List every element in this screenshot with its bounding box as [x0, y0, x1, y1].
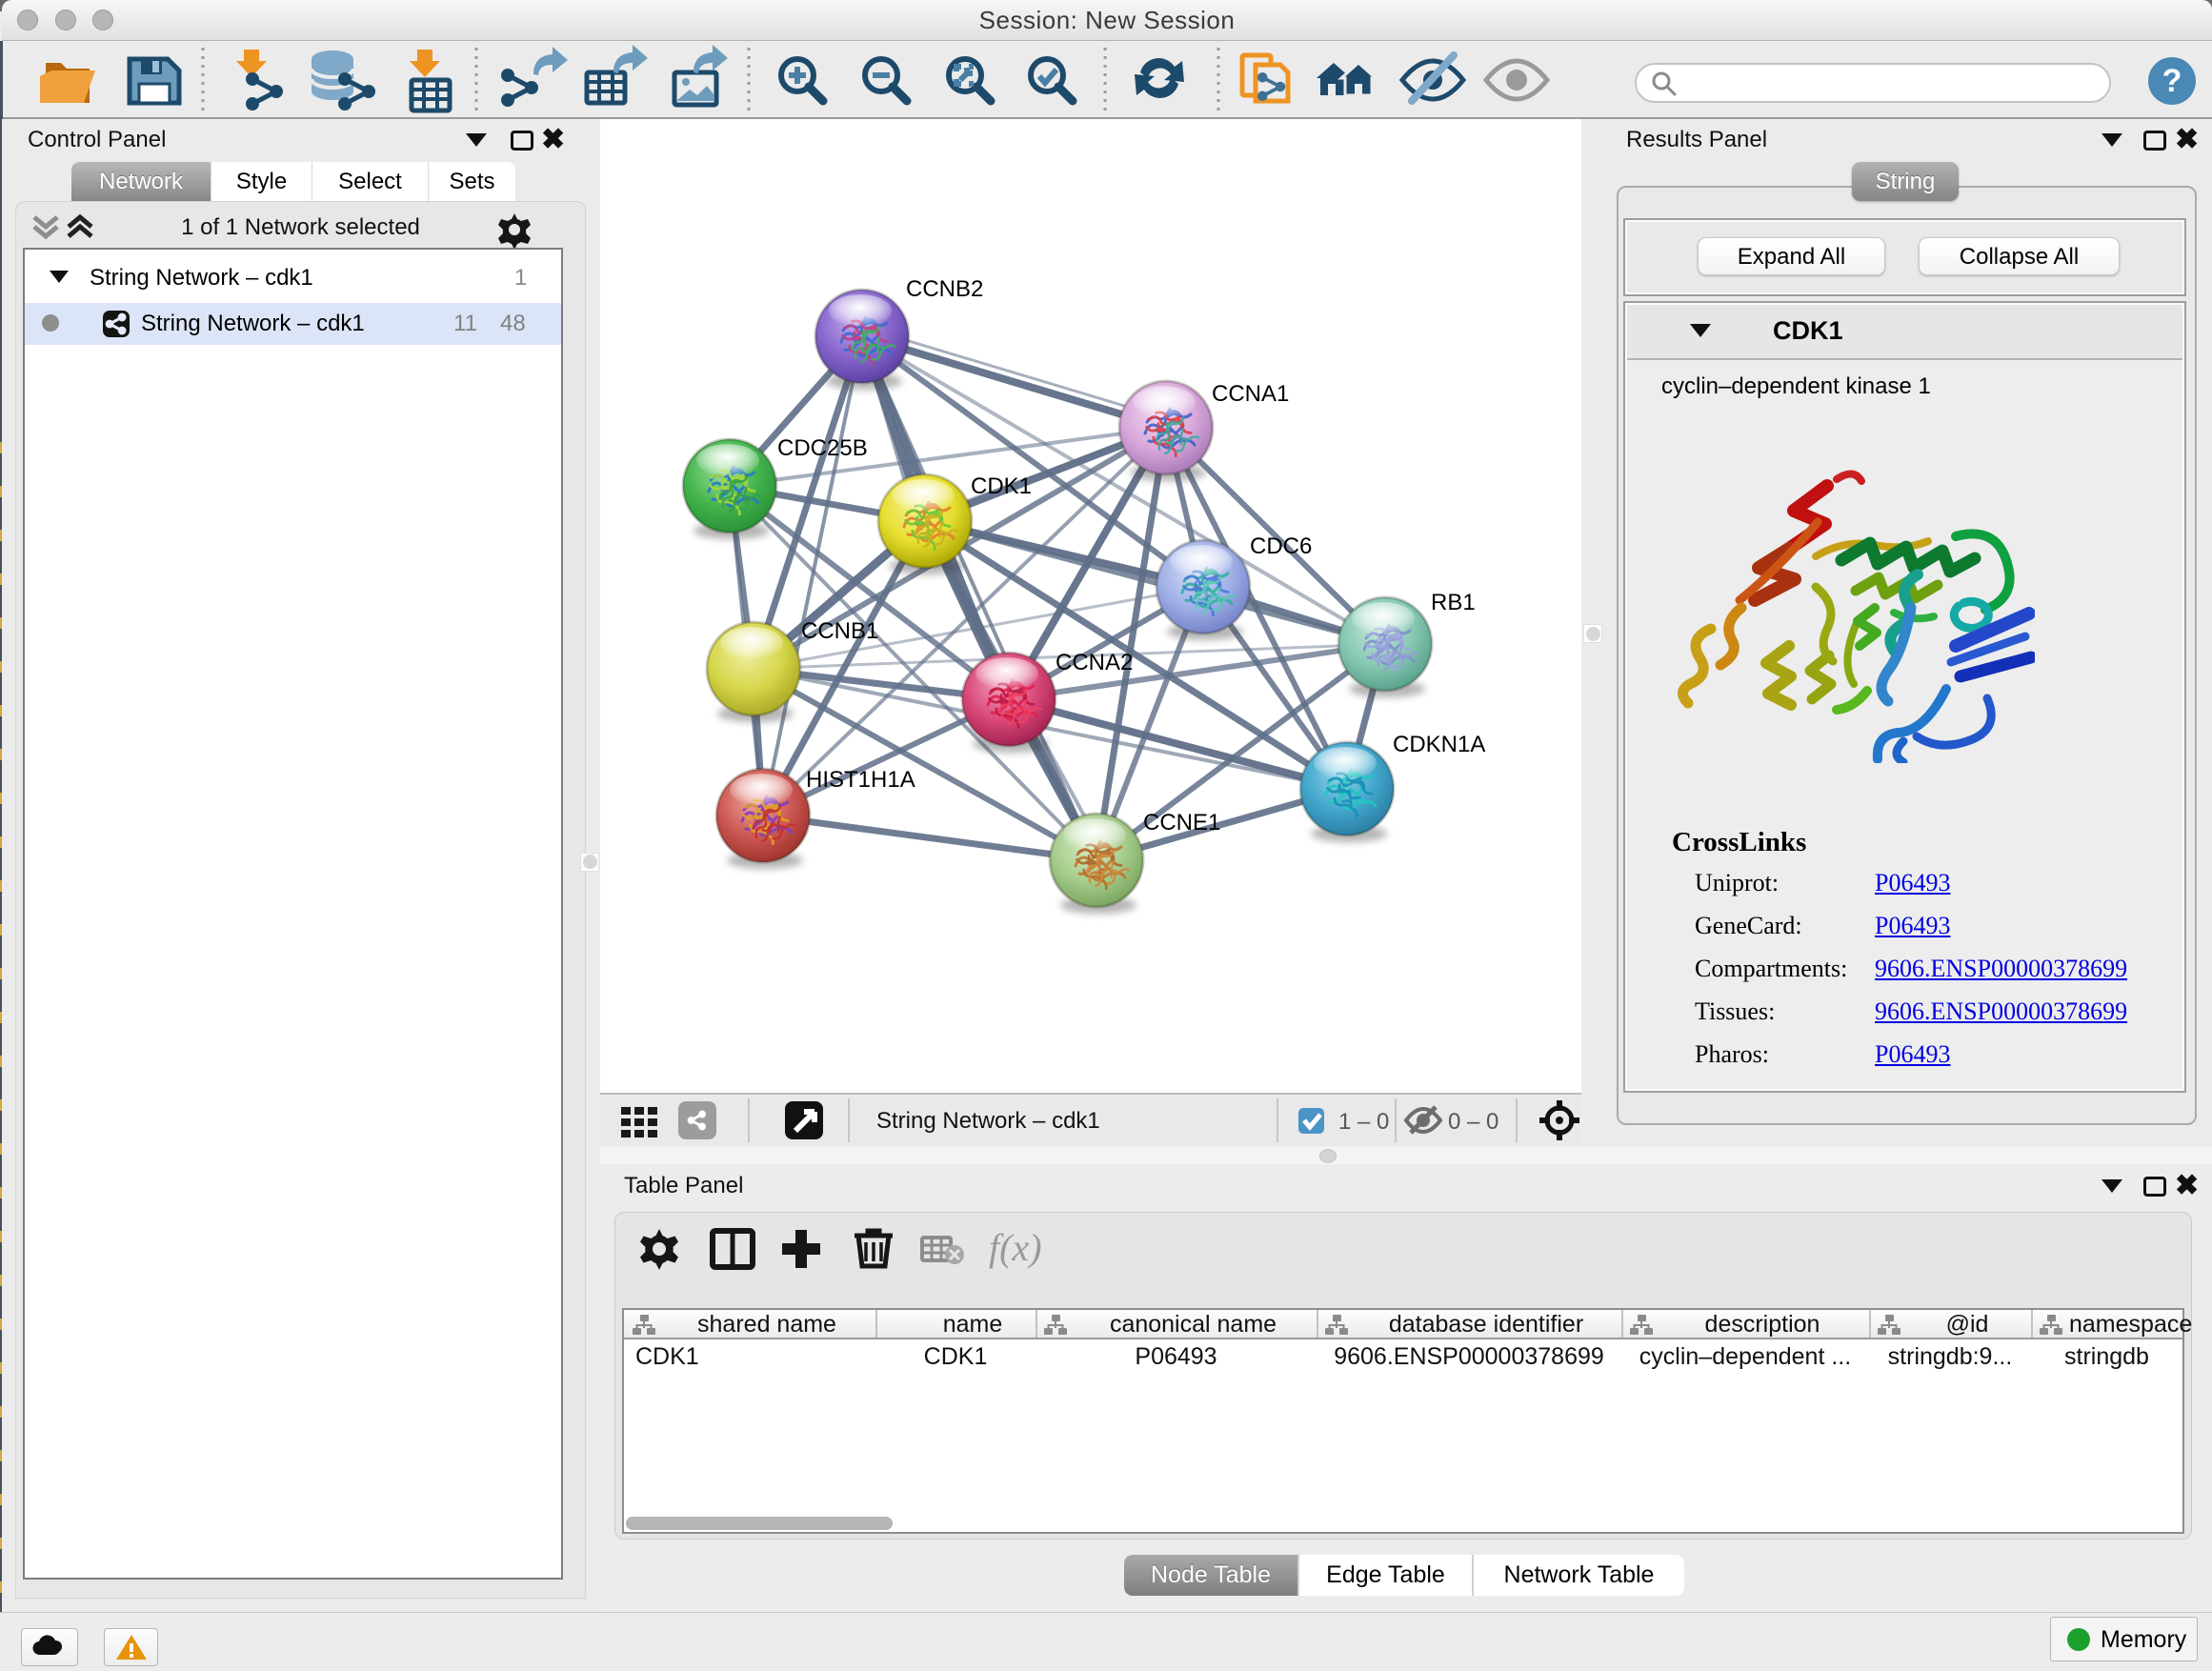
svg-text:CDKN1A: CDKN1A	[1393, 732, 1485, 757]
svg-text:CDC25B: CDC25B	[777, 435, 868, 461]
svg-text:HIST1H1A: HIST1H1A	[806, 767, 915, 793]
svg-text:CCNB2: CCNB2	[906, 276, 983, 302]
svg-text:CCNA2: CCNA2	[1056, 650, 1133, 675]
svg-text:RB1: RB1	[1431, 590, 1476, 615]
svg-text:String Network – cdk1: String Network – cdk1	[876, 1108, 1100, 1134]
svg-text:CCNB1: CCNB1	[801, 618, 878, 644]
svg-text:CCNE1: CCNE1	[1143, 810, 1220, 836]
svg-text:1 – 0: 1 – 0	[1338, 1109, 1389, 1135]
svg-text:0 – 0: 0 – 0	[1448, 1109, 1498, 1135]
svg-text:CCNA1: CCNA1	[1212, 381, 1289, 407]
svg-text:CDK1: CDK1	[971, 473, 1032, 499]
svg-text:f(x): f(x)	[989, 1226, 1042, 1269]
svg-text:CDC6: CDC6	[1250, 534, 1312, 559]
